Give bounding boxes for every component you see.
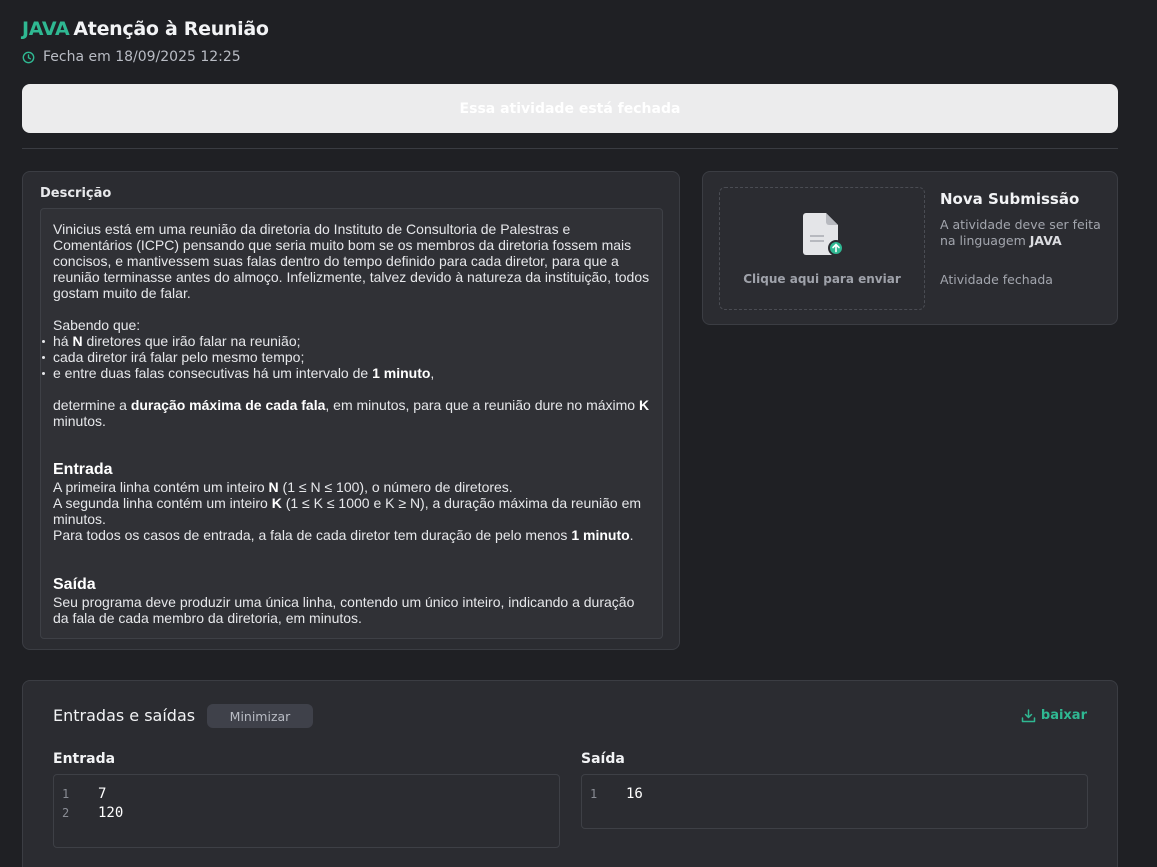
submission-info: Nova Submissão A atividade deve ser feit…	[940, 190, 1110, 287]
minimize-button[interactable]: Minimizar	[207, 704, 313, 728]
clock-icon	[22, 51, 35, 63]
condition-list: há N diretores que irão falar na reunião…	[42, 333, 650, 381]
language-tag: JAVA	[22, 18, 70, 40]
download-label: baixar	[1040, 708, 1087, 723]
list-item: cada diretor irá falar pelo mesmo tempo;	[42, 349, 650, 365]
description-content: Vinicius está em uma reunião da diretori…	[40, 208, 663, 639]
input-label: Entrada	[53, 751, 116, 767]
deadline-text: Fecha em 18/09/2025 12:25	[43, 49, 241, 65]
activity-closed-banner: Essa atividade está fechada	[22, 84, 1118, 133]
description-knowing: Sabendo que:	[53, 317, 141, 333]
io-panel: Entradas e saídas Minimizar baixar Entra…	[22, 680, 1118, 867]
description-panel: Descrição Vinicius está em uma reunião d…	[22, 171, 680, 650]
divider	[22, 148, 1118, 149]
input-spec-line: Para todos os casos de entrada, a fala d…	[53, 527, 634, 543]
input-code-box[interactable]: 17 2 120	[53, 774, 560, 848]
code-line: 17	[54, 784, 559, 803]
code-line: 1 16	[582, 784, 1087, 803]
page-header: JAVA Atenção à Reunião Fecha em 18/09/202…	[22, 18, 269, 65]
output-code-box[interactable]: 1 16	[581, 774, 1088, 829]
deadline: Fecha em 18/09/2025 12:25	[22, 49, 269, 65]
page-title: JAVA Atenção à Reunião	[22, 18, 269, 40]
output-heading: Saída	[53, 576, 96, 593]
download-button[interactable]: baixar	[1021, 708, 1087, 723]
submission-description: A atividade deve ser feita na linguagem …	[940, 217, 1101, 248]
line-number: 1	[590, 786, 598, 801]
list-item: e entre duas falas consecutivas há um in…	[42, 365, 650, 381]
description-intro: Vinicius está em uma reunião da diretori…	[53, 221, 650, 301]
description-task: determine a duração máxima de cada fala,…	[53, 397, 650, 429]
download-icon	[1021, 708, 1036, 722]
input-spec-line: A segunda linha contém um inteiro K (1 ≤…	[53, 495, 642, 527]
file-upload-icon	[803, 213, 843, 256]
line-number: 1	[62, 786, 70, 801]
line-number: 2	[62, 805, 70, 820]
output-spec-line: Seu programa deve produzir uma única lin…	[53, 594, 635, 626]
io-title: Entradas e saídas	[53, 706, 196, 725]
submission-title: Nova Submissão	[940, 190, 1080, 208]
line-value: 16	[626, 785, 643, 802]
line-value: 7	[98, 785, 107, 802]
submission-panel: Clique aqui para enviar Nova Submissão A…	[702, 171, 1118, 325]
code-line: 2 120	[54, 803, 559, 822]
list-item: há N diretores que irão falar na reunião…	[42, 333, 650, 349]
upload-dropzone[interactable]: Clique aqui para enviar	[719, 187, 925, 310]
line-value: 120	[98, 804, 124, 821]
upload-label: Clique aqui para enviar	[743, 272, 901, 286]
output-label: Saída	[581, 751, 625, 767]
description-label: Descrição	[40, 186, 112, 201]
input-spec-line: A primeira linha contém um inteiro N (1 …	[53, 479, 513, 495]
submission-status: Atividade fechada	[940, 272, 1053, 287]
activity-title: Atenção à Reunião	[73, 18, 269, 40]
input-heading: Entrada	[53, 461, 113, 478]
